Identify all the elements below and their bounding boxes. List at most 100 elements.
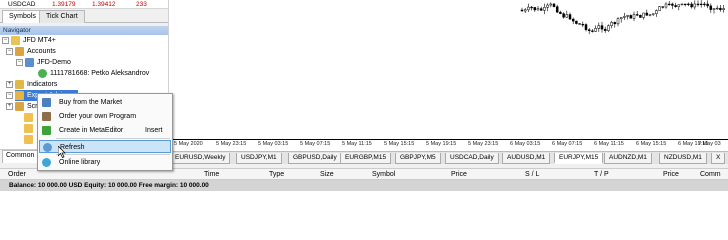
context-menu: Buy from the Market Order your own Progr… [37, 93, 173, 171]
tree-server[interactable]: JFD-Demo [25, 57, 71, 68]
time-axis-label: 6 May 07:15 [552, 141, 583, 147]
plus-icon [42, 126, 51, 135]
collapse-icon[interactable]: − [16, 59, 23, 66]
refresh-icon [43, 143, 52, 152]
tab-common[interactable]: Common [2, 150, 39, 163]
candle-body [527, 6, 530, 11]
terminal-column-header[interactable]: Price [451, 171, 467, 178]
terminal-column-header[interactable]: Size [320, 171, 334, 178]
chart-tab[interactable]: AUDUSD,M1 [502, 153, 551, 164]
file-icon [24, 123, 33, 133]
candle-body [591, 30, 594, 32]
terminal-column-header[interactable]: Order [8, 171, 26, 178]
menu-item-order-program[interactable]: Order your own Program [39, 110, 171, 123]
candle-body [584, 24, 588, 30]
candle-body [565, 14, 569, 18]
chart-tab[interactable]: EURUSD,Weekly [170, 153, 231, 164]
candle-body [597, 25, 601, 29]
terminal-column-header[interactable]: T / P [594, 171, 609, 178]
candle-body [715, 7, 719, 10]
file-icon [24, 112, 33, 122]
candle-body [690, 3, 693, 8]
candle-body [639, 14, 642, 18]
chart-tab[interactable]: EURJPY,M15 [554, 153, 604, 164]
price-chart[interactable] [168, 0, 728, 139]
globe-icon [42, 158, 51, 167]
terminal-body [0, 191, 728, 235]
candle-body [623, 16, 626, 18]
user-icon [38, 68, 47, 78]
terminal-column-header[interactable]: Time [204, 171, 219, 178]
candle-body [645, 12, 649, 16]
time-axis: 5 May 2020 5 May 23:15 5 May 03:15 5 May 07… [168, 139, 728, 151]
candle-body [549, 3, 553, 6]
menu-separator [56, 154, 170, 155]
tree-accounts[interactable]: Accounts [15, 46, 56, 57]
chart-tab[interactable]: GBPUSD,Daily [288, 153, 342, 164]
terminal-column-header[interactable]: Comm [700, 171, 721, 178]
menu-item-buy-from-market[interactable]: Buy from the Market [39, 96, 171, 109]
time-axis-label: 5 May 23:15 [216, 141, 247, 147]
expand-icon[interactable]: + [6, 103, 13, 110]
chart-tab[interactable]: USDJPY,M1 [236, 153, 282, 164]
chart-tab[interactable]: NZDUSD,M1 [659, 153, 707, 164]
tree-child[interactable] [24, 134, 36, 145]
time-axis-label: 5 May 19:15 [426, 141, 457, 147]
candle-body [555, 6, 559, 13]
candle-body [543, 7, 546, 11]
tree-root[interactable]: JFD MT4+ [11, 35, 56, 46]
candle-body [722, 8, 725, 10]
time-axis-label: 6 May 11:15 [594, 141, 624, 147]
time-axis-label: 5 May 07:15 [300, 141, 331, 147]
candle-body [578, 23, 581, 25]
navigator-title: Navigator [0, 26, 168, 35]
spread-cell: 233 [136, 1, 147, 8]
candle-body [600, 25, 604, 30]
tab-tick-chart[interactable]: Tick Chart [39, 10, 85, 23]
menu-item-create-in-metaeditor[interactable]: Create in MetaEditor Insert [39, 124, 171, 137]
chart-tab[interactable]: USDCAD,Daily [445, 153, 499, 164]
candle-body [674, 5, 677, 7]
candle-body [607, 25, 610, 31]
server-icon [25, 57, 34, 67]
candle-body [699, 3, 703, 6]
chart-tab[interactable]: X [711, 153, 726, 164]
candle-body [594, 28, 597, 32]
candle-body [671, 3, 674, 6]
terminal-column-header[interactable]: Type [269, 171, 284, 178]
time-axis-label: 5 May 15:15 [384, 141, 415, 147]
file-icon [24, 134, 33, 144]
candle-body [587, 29, 591, 32]
mouse-cursor-icon [58, 146, 66, 158]
market-icon [42, 98, 51, 107]
tree-indicators[interactable]: Indicators [15, 79, 57, 90]
terminal-column-header[interactable]: S / L [525, 171, 539, 178]
tree-child[interactable] [24, 123, 36, 134]
candle-body [648, 14, 652, 16]
accounts-icon [15, 46, 24, 56]
candle-body [661, 6, 665, 8]
tree-account[interactable]: 1111781668: Petko Aleksandrov [38, 68, 149, 79]
terminal-column-header[interactable]: Price [663, 171, 679, 178]
chart-tab[interactable]: GBPJPY,M5 [395, 153, 441, 164]
candle-body [651, 13, 655, 15]
candle-body [683, 3, 687, 6]
tree-child[interactable] [24, 112, 36, 123]
chart-tab[interactable]: EURGBP,M15 [340, 153, 392, 164]
expert-icon [15, 90, 24, 100]
time-axis-label: 5 May 23:15 [468, 141, 499, 147]
time-axis-label: 5 May 2020 [174, 141, 203, 147]
candle-body [616, 18, 620, 25]
collapse-icon[interactable]: − [6, 92, 13, 99]
collapse-icon[interactable]: − [6, 48, 13, 55]
candle-body [568, 14, 572, 20]
collapse-icon[interactable]: − [2, 37, 9, 44]
terminal-column-header[interactable]: Symbol [372, 171, 395, 178]
candle-body [629, 15, 633, 19]
expand-icon[interactable]: + [6, 81, 13, 88]
candle-body [619, 17, 623, 19]
market-watch-row[interactable]: USDCAD 1.39179 1.39412 233 [0, 0, 168, 9]
tab-symbols[interactable]: Symbols [2, 10, 43, 23]
candle-body [536, 8, 540, 11]
chart-tab[interactable]: AUDNZD,M1 [604, 153, 652, 164]
